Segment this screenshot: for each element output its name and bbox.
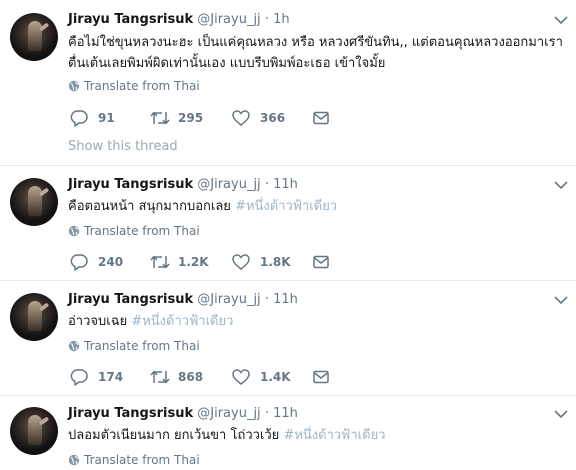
- tweet[interactable]: Jirayu Tangsrisuk @Jirayu_jj · 11h อ่าวจ…: [0, 281, 576, 396]
- message-icon: [313, 111, 329, 125]
- retweet-count: 1.2K: [178, 255, 209, 269]
- tweet-text: คือตอนหน้า สนุกมากบอกเลย #หนึ่งด้าวฟ้าเด…: [68, 196, 337, 217]
- translate-label: Translate from Thai: [84, 79, 200, 93]
- tweet-time[interactable]: 11h: [273, 292, 298, 307]
- tweet-text-line: ตื่นเต้นเลยพิมพ์ผิดเท่านั้นเอง แบบรีบพิม…: [68, 56, 386, 71]
- tweet-text: ปลอมตัวเนียนมาก ยกเว้นขา โถ่ววเว้ย #หนึ่…: [68, 425, 385, 446]
- translate-label: Translate from Thai: [84, 453, 200, 467]
- tweet-time[interactable]: 11h: [273, 177, 298, 192]
- hashtag-link[interactable]: #หนึ่งด้าวฟ้าเดียว: [131, 314, 233, 329]
- tweet-header: Jirayu Tangsrisuk @Jirayu_jj · 11h: [68, 405, 298, 423]
- retweet-icon: [150, 370, 170, 384]
- like-count: 1.4K: [260, 370, 291, 384]
- timeline: Jirayu Tangsrisuk @Jirayu_jj · 1h คือไม่…: [0, 0, 576, 470]
- tweet-time[interactable]: 11h: [273, 406, 298, 421]
- reply-count: 91: [98, 111, 115, 125]
- author-handle[interactable]: @Jirayu_jj: [197, 406, 260, 421]
- translate-label: Translate from Thai: [84, 224, 200, 238]
- translate-link[interactable]: Translate from Thai: [68, 338, 200, 354]
- author-handle[interactable]: @Jirayu_jj: [197, 177, 260, 192]
- author-name[interactable]: Jirayu Tangsrisuk: [68, 406, 193, 421]
- tweet-time[interactable]: 1h: [273, 12, 290, 27]
- chevron-down-icon[interactable]: [554, 15, 568, 25]
- globe-icon: [68, 340, 80, 352]
- reply-count: 174: [98, 370, 124, 384]
- like-count: 1.8K: [260, 255, 291, 269]
- reply-icon: [70, 110, 88, 127]
- globe-icon: [68, 80, 80, 92]
- show-thread-link[interactable]: Show this thread: [68, 139, 178, 154]
- retweet-icon: [150, 255, 170, 269]
- translate-label: Translate from Thai: [84, 339, 200, 353]
- avatar[interactable]: [10, 178, 58, 226]
- tweet[interactable]: Jirayu Tangsrisuk @Jirayu_jj · 11h ปลอมต…: [0, 396, 576, 470]
- like-icon: [232, 369, 250, 385]
- avatar[interactable]: [10, 13, 58, 61]
- separator-dot: ·: [264, 292, 269, 307]
- tweet-header: Jirayu Tangsrisuk @Jirayu_jj · 11h: [68, 176, 298, 194]
- separator-dot: ·: [264, 406, 269, 421]
- tweet-text-line: ปลอมตัวเนียนมาก ยกเว้นขา โถ่ววเว้ย: [68, 428, 284, 443]
- tweet-text-line: อ่าวจบเฉย: [68, 314, 132, 329]
- reply-icon: [70, 254, 88, 271]
- avatar[interactable]: [10, 407, 58, 455]
- like-count: 366: [260, 111, 286, 125]
- hashtag-link[interactable]: #หนึ่งด้าวฟ้าเดียว: [283, 428, 385, 443]
- retweet-icon: [150, 111, 170, 125]
- like-icon: [232, 254, 250, 270]
- avatar[interactable]: [10, 293, 58, 341]
- tweet[interactable]: Jirayu Tangsrisuk @Jirayu_jj · 1h คือไม่…: [0, 0, 576, 166]
- tweet-header: Jirayu Tangsrisuk @Jirayu_jj · 1h: [68, 11, 290, 29]
- author-name[interactable]: Jirayu Tangsrisuk: [68, 177, 193, 192]
- tweet-header: Jirayu Tangsrisuk @Jirayu_jj · 11h: [68, 291, 298, 309]
- reply-count: 240: [98, 255, 124, 269]
- chevron-down-icon[interactable]: [554, 295, 568, 305]
- chevron-down-icon[interactable]: [554, 409, 568, 419]
- retweet-count: 295: [178, 111, 204, 125]
- message-icon: [313, 370, 329, 384]
- author-name[interactable]: Jirayu Tangsrisuk: [68, 12, 193, 27]
- like-icon: [232, 110, 250, 126]
- author-name[interactable]: Jirayu Tangsrisuk: [68, 292, 193, 307]
- tweet-text: อ่าวจบเฉย #หนึ่งด้าวฟ้าเดียว: [68, 311, 233, 332]
- separator-dot: ·: [264, 12, 269, 27]
- separator-dot: ·: [264, 177, 269, 192]
- tweet-text-line: คือตอนหน้า สนุกมากบอกเลย: [68, 199, 236, 214]
- hashtag-link[interactable]: #หนึ่งด้าวฟ้าเดียว: [235, 199, 337, 214]
- author-handle[interactable]: @Jirayu_jj: [197, 292, 260, 307]
- author-handle[interactable]: @Jirayu_jj: [197, 12, 260, 27]
- translate-link[interactable]: Translate from Thai: [68, 223, 200, 239]
- translate-link[interactable]: Translate from Thai: [68, 78, 200, 94]
- tweet[interactable]: Jirayu Tangsrisuk @Jirayu_jj · 11h คือตอ…: [0, 166, 576, 281]
- tweet-text: คือไม่ใช่ขุนหลวงนะฮะ เป็นแค่คุณหลวง หรือ…: [68, 32, 563, 74]
- globe-icon: [68, 454, 80, 466]
- globe-icon: [68, 225, 80, 237]
- translate-link[interactable]: Translate from Thai: [68, 452, 200, 468]
- retweet-count: 868: [178, 370, 204, 384]
- reply-icon: [70, 369, 88, 386]
- tweet-text-line: คือไม่ใช่ขุนหลวงนะฮะ เป็นแค่คุณหลวง หรือ…: [68, 35, 563, 50]
- message-icon: [313, 255, 329, 269]
- chevron-down-icon[interactable]: [554, 180, 568, 190]
